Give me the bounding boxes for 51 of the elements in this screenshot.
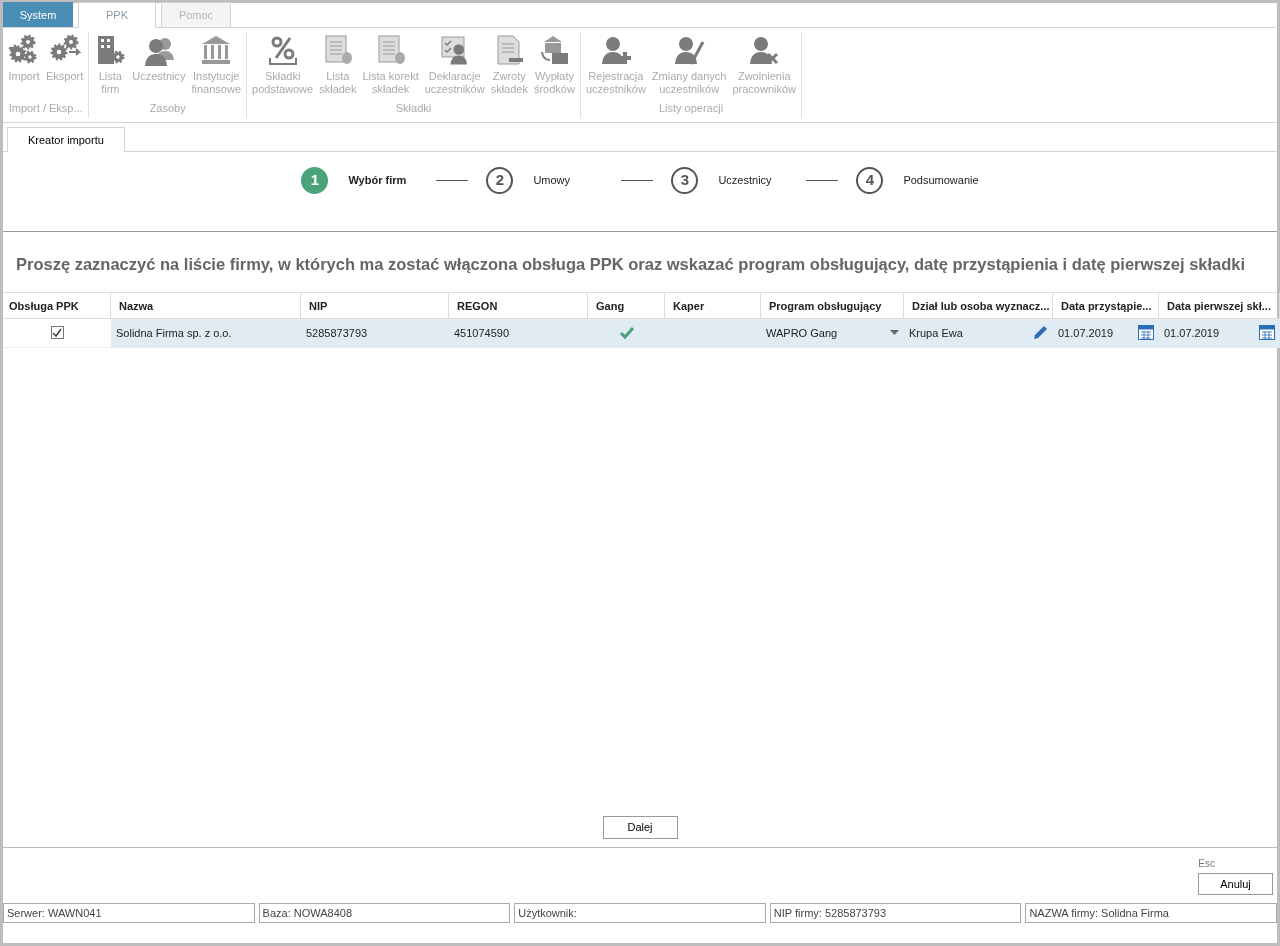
calendar-icon[interactable] bbox=[1138, 324, 1154, 342]
column-header[interactable]: Program obsługujący bbox=[761, 292, 904, 319]
document-tab[interactable]: Kreator importu bbox=[7, 127, 125, 152]
column-header[interactable]: Kaper bbox=[665, 292, 761, 319]
status-field: NIP firmy: 5285873793 bbox=[769, 903, 1022, 923]
table-cell-text: Solidna Firma sp. z o.o. bbox=[116, 325, 232, 341]
column-header[interactable]: Obsługa PPK bbox=[3, 292, 111, 319]
instruction-text: Proszę zaznaczyć na liście firmy, w których ma zostać włączona obsługa PPK oraz wskazać program obsługujący, datę przystąpienia i datę pierwszej składki bbox=[15, 254, 1247, 275]
next-button[interactable]: Dalej bbox=[602, 816, 678, 839]
table-cell-text: 5285873793 bbox=[306, 325, 368, 341]
checkmark-icon bbox=[52, 327, 62, 338]
column-header[interactable]: Nazwa bbox=[111, 292, 301, 319]
calendar-icon[interactable] bbox=[1258, 324, 1275, 342]
shortcut-hint: Esc bbox=[1198, 856, 1215, 871]
step-number: 2 bbox=[486, 167, 514, 194]
step-label: Wybór firm bbox=[348, 173, 408, 189]
percent-icon bbox=[266, 34, 299, 66]
bank-icon bbox=[200, 34, 233, 66]
step-number: 3 bbox=[671, 167, 699, 194]
group-label: Zasoby bbox=[148, 100, 187, 116]
column-header[interactable]: Gang bbox=[588, 292, 665, 319]
group-label: Listy operacji bbox=[657, 100, 725, 116]
step-label: Umowy bbox=[533, 173, 572, 189]
group-label: Import / Eksp... bbox=[7, 100, 84, 116]
group-label: Składki bbox=[394, 100, 433, 116]
app-menu-button[interactable]: System bbox=[3, 2, 73, 27]
dropdown-arrow-icon[interactable] bbox=[890, 330, 899, 336]
column-header[interactable]: Dział lub osoba wyznacz... bbox=[904, 292, 1053, 319]
checkmark-icon bbox=[618, 325, 635, 340]
user-remove-icon bbox=[748, 34, 781, 66]
status-field: NAZWA firmy: Solidna Firma bbox=[1025, 903, 1277, 923]
step-number: 1 bbox=[301, 167, 329, 194]
column-header[interactable]: Data przystąpie... bbox=[1053, 292, 1159, 319]
step-number: 4 bbox=[856, 167, 884, 194]
table-cell-text: Krupa Ewa bbox=[909, 325, 963, 341]
selected-row-cell[interactable]: Solidna Firma sp. z o.o. bbox=[111, 318, 301, 348]
user-add-icon bbox=[599, 34, 632, 66]
step-label: Podsumowanie bbox=[903, 173, 979, 189]
column-header[interactable]: NIP bbox=[301, 292, 449, 319]
column-header[interactable]: Data pierwszej skł... bbox=[1159, 292, 1280, 319]
status-field: Baza: NOWA8408 bbox=[258, 903, 511, 923]
cancel-button[interactable]: Anuluj bbox=[1198, 872, 1273, 895]
column-header[interactable]: REGON bbox=[449, 292, 588, 319]
step-label: Uczestnicy bbox=[718, 173, 773, 189]
status-field: Użytkownik: bbox=[514, 903, 766, 923]
checkbox[interactable] bbox=[50, 326, 64, 340]
user-edit-icon bbox=[673, 34, 706, 66]
table-cell-text: 451074590 bbox=[454, 325, 510, 341]
status-field: Serwer: WAWN041 bbox=[3, 903, 255, 923]
bank-money-icon bbox=[538, 34, 571, 66]
pencil-icon[interactable] bbox=[1032, 324, 1048, 341]
